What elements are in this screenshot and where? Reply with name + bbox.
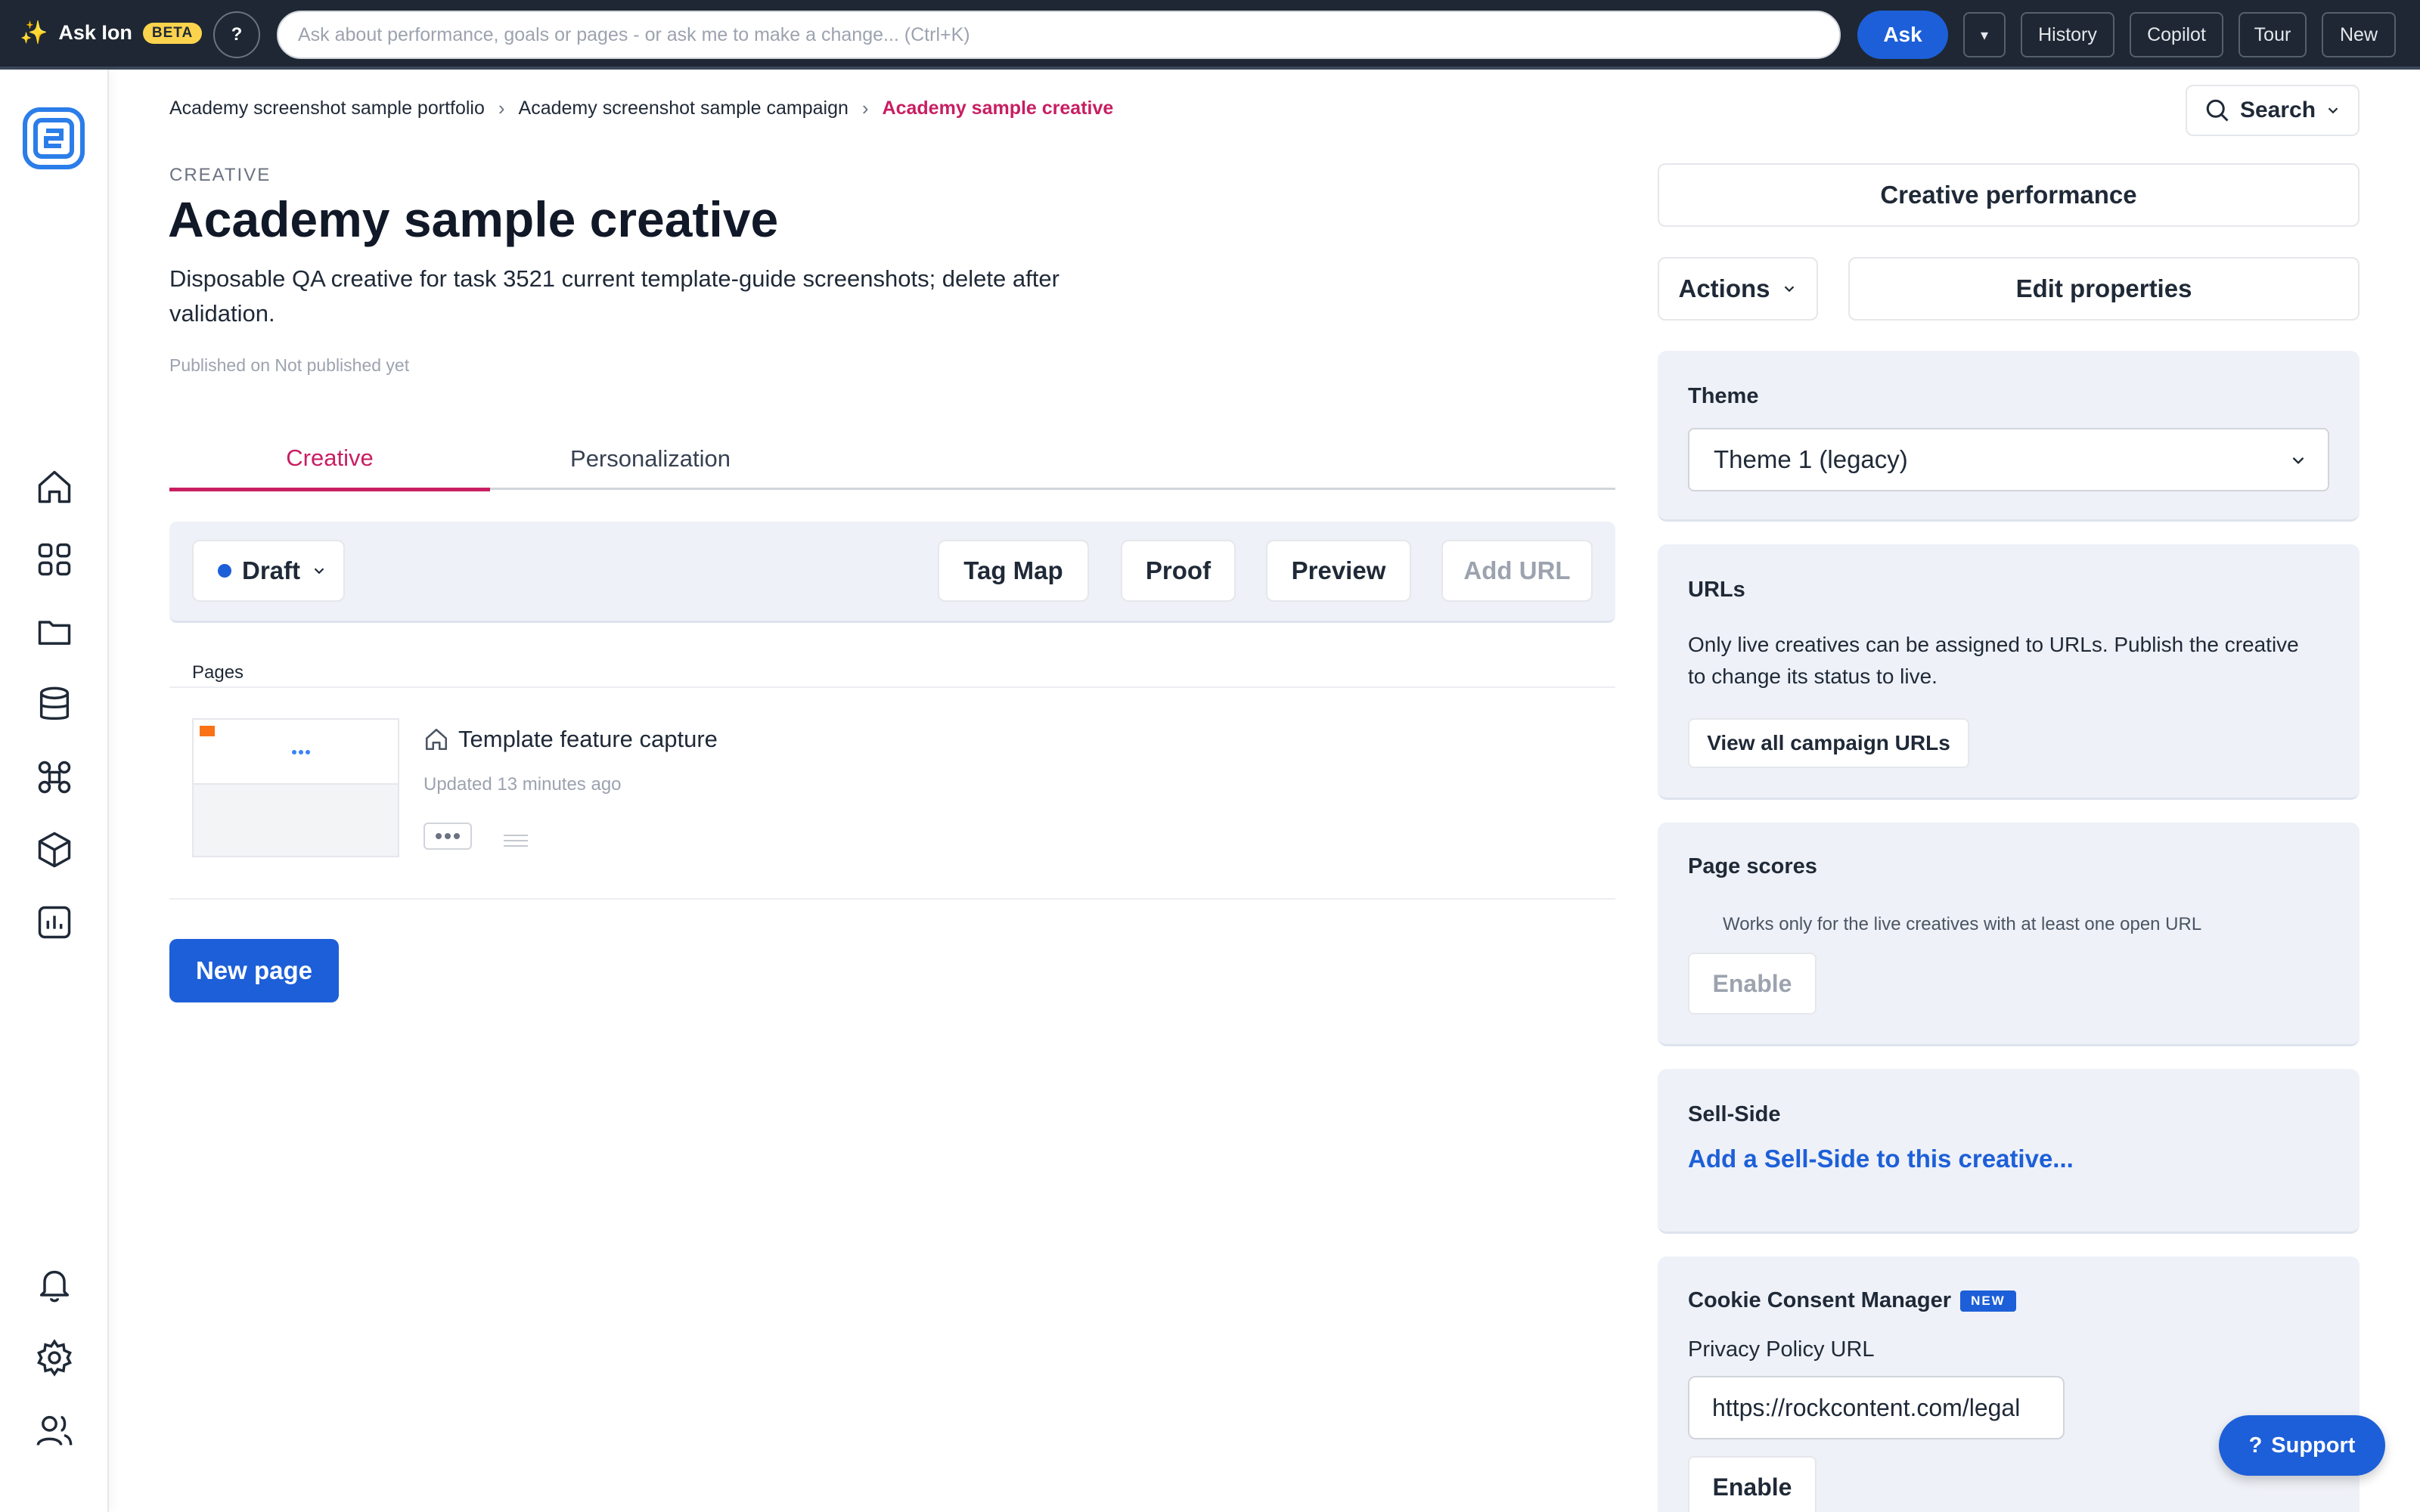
dot-icon [454, 833, 460, 839]
search-icon [2206, 99, 2229, 122]
page-scores-enable-button[interactable]: Enable [1688, 953, 1817, 1015]
privacy-policy-label: Privacy Policy URL [1688, 1337, 1875, 1362]
left-navigation [0, 70, 109, 1512]
ask-options-dropdown[interactable]: ▾ [1963, 12, 2006, 57]
chevron-down-icon [1784, 286, 1794, 293]
ask-ion-bar: ✨ Ask Ion BETA ? Ask ▾ History Copilot T… [0, 0, 2420, 70]
page-scores-title: Page scores [1688, 854, 1817, 878]
chevron-right-icon: › [861, 97, 869, 119]
brand-label: Ask Ion [58, 21, 132, 44]
add-url-button[interactable]: Add URL [1441, 540, 1593, 602]
bell-icon[interactable] [33, 1264, 76, 1306]
theme-selected: Theme 1 (legacy) [1714, 445, 1908, 473]
cookie-enable-button[interactable]: Enable [1688, 1456, 1817, 1512]
cookie-consent-title: Cookie Consent Manager [1688, 1288, 1952, 1312]
page-eyebrow: CREATIVE [169, 165, 271, 185]
dot-icon [436, 833, 442, 839]
page-scores-text: Works only for the live creatives with a… [1723, 914, 2202, 934]
more-options-button[interactable] [424, 823, 472, 850]
ask-input[interactable] [277, 11, 1841, 59]
history-button[interactable]: History [2021, 12, 2114, 57]
ask-ion-brand: ✨ Ask Ion BETA [20, 20, 203, 46]
privacy-policy-url-input[interactable] [1688, 1376, 2065, 1439]
actions-dropdown[interactable]: Actions [1658, 257, 1818, 321]
edit-properties-button[interactable]: Edit properties [1848, 257, 2360, 321]
analytics-icon[interactable] [33, 901, 76, 943]
theme-card: Theme Theme 1 (legacy) [1658, 351, 2360, 522]
new-button[interactable]: New [2322, 12, 2396, 57]
urls-title: URLs [1688, 578, 1745, 602]
gear-icon[interactable] [33, 1337, 76, 1379]
thumbnail-dots [292, 750, 310, 754]
breadcrumb-current[interactable]: Academy sample creative [883, 98, 1114, 119]
proof-button[interactable]: Proof [1121, 540, 1236, 602]
thumbnail-logo [200, 726, 215, 736]
breadcrumb-portfolio[interactable]: Academy screenshot sample portfolio [169, 98, 485, 119]
question-icon: ? [2248, 1433, 2263, 1458]
published-status: Published on Not published yet [169, 355, 410, 375]
tab-creative[interactable]: Creative [169, 428, 490, 491]
new-badge: NEW [1960, 1290, 2016, 1312]
cookie-consent-title-row: Cookie Consent Manager NEW [1688, 1288, 2016, 1313]
view-campaign-urls-button[interactable]: View all campaign URLs [1688, 718, 1969, 768]
home-page-icon [425, 728, 448, 751]
search-button[interactable]: Search [2186, 85, 2360, 136]
tab-personalization[interactable]: Personalization [490, 428, 811, 490]
actions-label: Actions [1678, 274, 1770, 302]
sparkles-icon: ✨ [20, 20, 48, 45]
app-logo-icon[interactable] [23, 107, 85, 169]
copilot-button[interactable]: Copilot [2130, 12, 2223, 57]
ask-button[interactable]: Ask [1857, 11, 1948, 59]
creative-performance-button[interactable]: Creative performance [1658, 163, 2360, 227]
breadcrumb-campaign[interactable]: Academy screenshot sample campaign [519, 98, 849, 119]
users-icon[interactable] [33, 1409, 76, 1452]
tour-button[interactable]: Tour [2238, 12, 2307, 57]
drag-handle-icon[interactable] [504, 835, 528, 850]
page-item-title[interactable]: Template feature capture [424, 726, 718, 753]
status-dot-icon [218, 564, 231, 578]
creative-toolbar: Draft Tag Map Proof Preview Add URL [169, 522, 1615, 623]
dashboard-grid-icon[interactable] [33, 538, 76, 581]
breadcrumb: Academy screenshot sample portfolio › Ac… [169, 97, 1113, 120]
page-scores-card: Page scores Works only for the live crea… [1658, 823, 2360, 1046]
add-sell-side-link[interactable]: Add a Sell-Side to this creative... [1688, 1145, 2074, 1173]
page-thumbnail[interactable] [192, 718, 399, 857]
status-label: Draft [242, 556, 301, 584]
cube-icon[interactable] [33, 829, 76, 871]
page-title: Academy sample creative [168, 191, 779, 247]
chevron-down-icon [2328, 107, 2338, 114]
help-button[interactable]: ? [213, 11, 260, 58]
status-dropdown[interactable]: Draft [192, 540, 345, 602]
page-name: Template feature capture [458, 726, 718, 752]
theme-title: Theme [1688, 384, 1759, 408]
thumbnail-header [194, 720, 398, 776]
page-updated: Updated 13 minutes ago [424, 774, 622, 795]
preview-button[interactable]: Preview [1266, 540, 1411, 602]
urls-text: Only live creatives can be assigned to U… [1688, 633, 2299, 688]
beta-badge: BETA [142, 22, 203, 44]
creative-tabs: Creative Personalization [169, 428, 1615, 491]
database-icon[interactable] [33, 683, 76, 726]
divider [169, 686, 1615, 688]
theme-select[interactable]: Theme 1 (legacy) [1688, 428, 2329, 491]
pages-section-label: Pages [192, 662, 244, 683]
home-icon[interactable] [33, 466, 76, 508]
divider [169, 898, 1615, 900]
new-page-button[interactable]: New page [169, 939, 339, 1002]
tag-map-button[interactable]: Tag Map [938, 540, 1089, 602]
integrations-icon[interactable] [33, 756, 76, 798]
support-button[interactable]: ? Support [2219, 1415, 2385, 1476]
folder-icon[interactable] [33, 611, 76, 653]
thumbnail-bar [194, 774, 398, 785]
chevron-down-icon [2292, 457, 2304, 464]
search-label: Search [2239, 98, 2316, 122]
dot-icon [445, 833, 451, 839]
chevron-down-icon [314, 568, 324, 575]
sell-side-title: Sell-Side [1688, 1102, 1781, 1126]
chevron-right-icon: › [498, 97, 505, 119]
page-description: Disposable QA creative for task 3521 cur… [169, 265, 1060, 327]
support-label: Support [2271, 1433, 2356, 1458]
sell-side-card: Sell-Side Add a Sell-Side to this creati… [1658, 1069, 2360, 1234]
urls-card: URLs Only live creatives can be assigned… [1658, 544, 2360, 800]
